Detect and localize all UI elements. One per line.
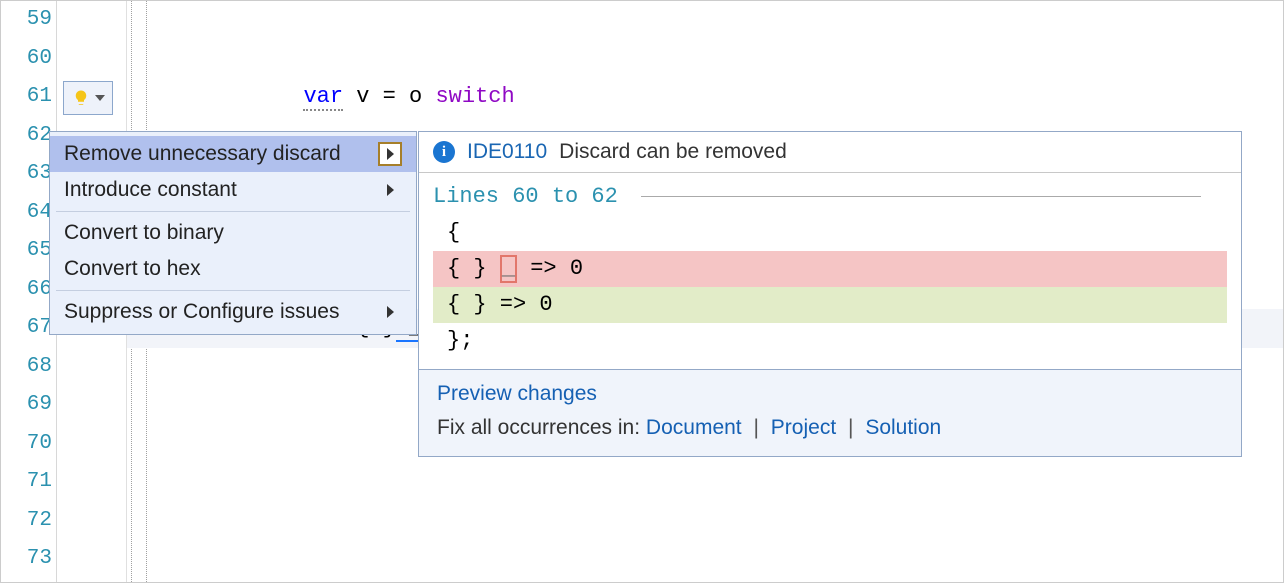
diff-context-line: { [433, 215, 1241, 251]
line-number: 72 [1, 502, 52, 541]
diff-context-line: }; [433, 323, 1241, 359]
line-number: 63 [1, 155, 52, 194]
submenu-arrow-icon [378, 142, 402, 166]
line-number: 59 [1, 1, 52, 40]
menu-item-label: Suppress or Configure issues [64, 300, 339, 324]
submenu-arrow-icon [378, 178, 402, 202]
lightbulb-quick-actions-button[interactable] [63, 81, 113, 115]
separator: | [753, 416, 758, 439]
line-number: 73 [1, 540, 52, 579]
separator: | [848, 416, 853, 439]
preview-footer: Preview changes Fix all occurrences in: … [419, 369, 1241, 456]
keyword-var: var [303, 84, 343, 111]
menu-item-label: Convert to binary [64, 221, 224, 245]
info-icon: i [433, 141, 455, 163]
submenu-arrow-icon [378, 300, 402, 324]
lightbulb-icon [72, 89, 90, 107]
preview-diff: Lines 60 to 62 { { } _ => 0 { } => 0 }; [419, 173, 1241, 369]
preview-changes-link[interactable]: Preview changes [437, 382, 597, 405]
line-number: 71 [1, 463, 52, 502]
menu-separator [56, 290, 410, 291]
menu-item-label: Remove unnecessary discard [64, 142, 341, 166]
line-number: 61 [1, 78, 52, 117]
line-number: 69 [1, 386, 52, 425]
fix-preview-panel: i IDE0110 Discard can be removed Lines 6… [418, 131, 1242, 457]
keyword-switch: switch [435, 84, 514, 109]
menu-item-introduce-constant[interactable]: Introduce constant [50, 172, 416, 208]
diff-added-line: { } => 0 [433, 287, 1227, 323]
menu-item-convert-binary[interactable]: Convert to binary [50, 215, 416, 251]
line-number: 64 [1, 194, 52, 233]
fix-all-label: Fix all occurrences in: [437, 416, 640, 439]
menu-item-convert-hex[interactable]: Convert to hex [50, 251, 416, 287]
fix-document-link[interactable]: Document [646, 416, 742, 439]
preview-header: i IDE0110 Discard can be removed [419, 132, 1241, 173]
line-number: 66 [1, 271, 52, 310]
fix-solution-link[interactable]: Solution [865, 416, 941, 439]
line-number: 60 [1, 40, 52, 79]
diagnostic-message: Discard can be removed [559, 140, 787, 164]
menu-item-suppress-configure[interactable]: Suppress or Configure issues [50, 294, 416, 330]
code-line[interactable] [127, 540, 1283, 579]
removed-token-highlight: _ [500, 255, 517, 283]
line-number: 70 [1, 425, 52, 464]
diff-range-title: Lines 60 to 62 [433, 179, 618, 215]
fix-project-link[interactable]: Project [771, 416, 836, 439]
menu-item-label: Convert to hex [64, 257, 201, 281]
line-number: 68 [1, 348, 52, 387]
horizontal-rule [641, 196, 1201, 197]
line-number: 62 [1, 117, 52, 156]
quick-actions-menu: Remove unnecessary discard Introduce con… [49, 131, 417, 335]
diff-removed-line: { } _ => 0 [433, 251, 1227, 287]
menu-separator [56, 211, 410, 212]
chevron-down-icon [95, 95, 105, 101]
line-number: 65 [1, 232, 52, 271]
line-number: 67 [1, 309, 52, 348]
menu-item-remove-discard[interactable]: Remove unnecessary discard [50, 136, 416, 172]
code-line[interactable]: var v = o switch [127, 78, 1283, 117]
menu-item-label: Introduce constant [64, 178, 237, 202]
diagnostic-code[interactable]: IDE0110 [467, 140, 547, 164]
code-editor: 59 60 61 62 63 64 65 66 67 68 69 70 71 7… [0, 0, 1284, 583]
